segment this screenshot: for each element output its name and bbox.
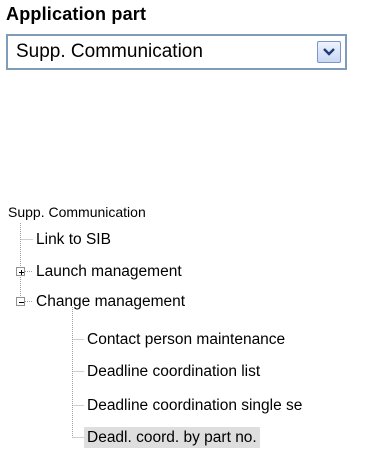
plus-box-icon[interactable]: [16, 267, 25, 276]
tree-item-contact-person-maintenance[interactable]: Contact person maintenance: [84, 329, 288, 350]
minus-box-icon[interactable]: [16, 297, 25, 306]
tree-item-change-management[interactable]: Change management: [33, 291, 188, 312]
tree-item-deadline-coordination-list[interactable]: Deadline coordination list: [84, 361, 263, 382]
tree-item-deadl-coord-by-part-no[interactable]: Deadl. coord. by part no.: [84, 427, 260, 448]
tree-item-launch-management[interactable]: Launch management: [33, 261, 185, 282]
tree-item-link-to-sib[interactable]: Link to SIB: [33, 229, 114, 250]
tree-item-deadline-coordination-single[interactable]: Deadline coordination single se: [84, 395, 305, 416]
application-part-panel: Application part Supp. Communication Sup…: [0, 0, 369, 463]
tree-root-label[interactable]: Supp. Communication: [8, 204, 146, 220]
